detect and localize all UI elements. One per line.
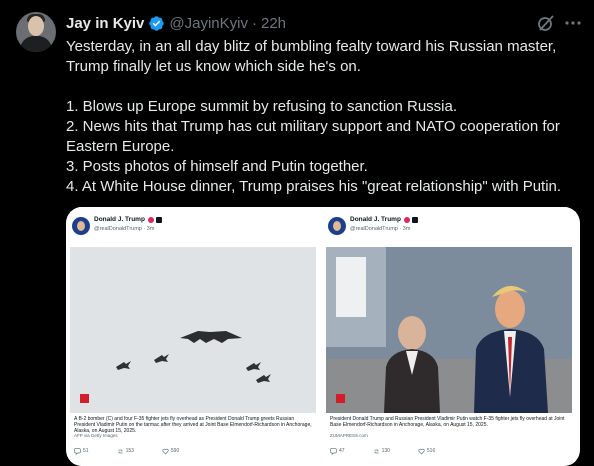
repost-icon xyxy=(117,449,123,453)
embedded-caption: President Donald Trump and Russian Presi… xyxy=(330,416,565,429)
verified-badge-icon xyxy=(149,15,165,31)
reply-count: 47 xyxy=(339,448,345,454)
aircraft-formation xyxy=(116,331,271,383)
like-count: 516 xyxy=(426,448,436,454)
tweet-line: Yesterday, in an all day blitz of bumbli… xyxy=(66,38,557,75)
embedded-caption: A B-2 bomber (C) and four F-35 fighter j… xyxy=(74,416,312,435)
avatar[interactable] xyxy=(16,12,56,52)
logo-icon xyxy=(80,394,89,403)
timestamp[interactable]: 22h xyxy=(261,15,286,32)
logo-icon xyxy=(336,394,345,403)
author-name[interactable]: Jay in Kyiv xyxy=(66,15,144,32)
embedded-avatar xyxy=(328,217,346,235)
embedded-actions: 51 153 590 xyxy=(74,445,224,457)
embedded-avatar xyxy=(72,217,90,235)
tweet-line: 2. News hits that Trump has cut military… xyxy=(66,118,560,155)
embedded-post-screenshot[interactable]: Donald J. Trump @realDonaldTrump · 3m A … xyxy=(70,207,320,466)
tweet-line: 4. At White House dinner, Trump praises … xyxy=(66,178,562,195)
like-count: 590 xyxy=(170,448,180,454)
embedded-handle: @realDonaldTrump · 3m xyxy=(94,226,155,232)
repost-count: 153 xyxy=(125,448,134,454)
repost-icon xyxy=(373,449,379,453)
photo-credit: AFP via Getty Images xyxy=(74,433,118,438)
leaders-scene xyxy=(326,247,572,413)
repost-count: 130 xyxy=(381,448,390,454)
like-icon xyxy=(418,448,425,454)
embedded-actions: 47 130 516 xyxy=(330,445,480,457)
more-icon[interactable] xyxy=(563,13,583,33)
photo-credit: ZUMAPRESS.com xyxy=(330,433,368,438)
embedded-handle: @realDonaldTrump · 3m xyxy=(350,226,411,232)
tweet-line: 1. Blows up Europe summit by refusing to… xyxy=(66,98,458,115)
badge-icon xyxy=(403,216,410,223)
flyover-photo xyxy=(70,247,316,413)
tweet-text: Yesterday, in an all day blitz of bumbli… xyxy=(66,37,586,197)
square-icon xyxy=(155,216,162,223)
reply-count: 51 xyxy=(83,448,89,454)
leaders-photo xyxy=(326,247,572,413)
embedded-author: Donald J. Trump xyxy=(94,216,145,223)
embedded-author: Donald J. Trump xyxy=(350,216,401,223)
badge-icon xyxy=(147,216,154,223)
media-attachment[interactable]: Donald J. Trump @realDonaldTrump · 3m A … xyxy=(66,207,580,466)
tweet-line: 3. Posts photos of himself and Putin tog… xyxy=(66,158,368,175)
like-icon xyxy=(162,448,169,454)
reply-icon xyxy=(74,447,81,455)
author-handle[interactable]: @JayinKyiv xyxy=(169,15,248,32)
square-icon xyxy=(411,216,418,223)
embedded-post-screenshot[interactable]: Donald J. Trump @realDonaldTrump · 3m Pr… xyxy=(326,207,576,466)
grok-icon[interactable] xyxy=(536,13,556,33)
reply-icon xyxy=(330,447,337,455)
tweet-header: Jay in Kyiv @JayinKyiv · 22h xyxy=(66,14,287,32)
